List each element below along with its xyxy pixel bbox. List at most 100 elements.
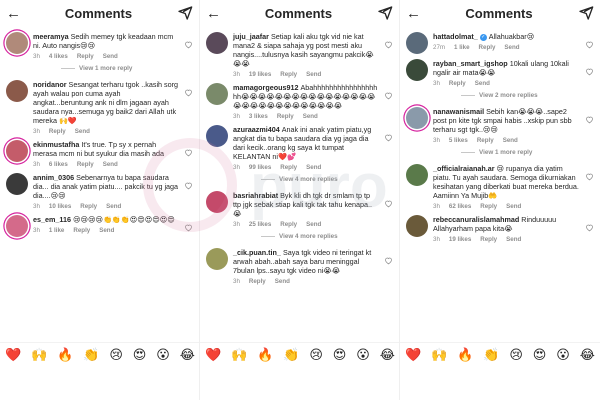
emoji-button[interactable]: ❤️ [5, 347, 21, 363]
emoji-button[interactable]: 😂 [580, 347, 595, 363]
avatar[interactable] [206, 248, 228, 270]
avatar[interactable] [6, 32, 28, 54]
send-button[interactable]: Send [306, 164, 321, 171]
view-more-replies-link[interactable]: View 2 more replies [461, 92, 594, 99]
avatar[interactable] [406, 107, 428, 129]
comment-username[interactable]: basriahrabiat [233, 191, 278, 200]
emoji-button[interactable]: 🙌 [231, 347, 247, 363]
avatar[interactable] [206, 125, 228, 147]
comment-username[interactable]: mamagorgeous912 [233, 83, 299, 92]
comment-username[interactable]: rebeccanuralislamahmad [433, 215, 519, 224]
emoji-button[interactable]: 🙌 [431, 347, 447, 363]
reply-button[interactable]: Reply [280, 164, 297, 171]
emoji-button[interactable]: 😂 [180, 347, 195, 363]
reply-button[interactable]: Reply [277, 113, 294, 120]
comment-username[interactable]: _cik.puan.tin_ [233, 248, 281, 257]
like-heart-icon[interactable] [384, 199, 393, 208]
like-heart-icon[interactable] [384, 91, 393, 100]
comment-username[interactable]: azuraazmi404 [233, 125, 280, 134]
reply-button[interactable]: Reply [80, 203, 97, 210]
comment-likes[interactable]: 62 likes [449, 203, 471, 210]
view-more-replies-link[interactable]: View 1 more reply [461, 149, 594, 156]
send-icon[interactable] [578, 5, 594, 21]
view-more-replies-link[interactable]: View 1 more reply [61, 65, 193, 72]
like-heart-icon[interactable] [384, 40, 393, 49]
emoji-button[interactable]: ❤️ [205, 347, 221, 363]
send-button[interactable]: Send [99, 227, 114, 234]
reply-button[interactable]: Reply [49, 128, 66, 135]
view-more-replies-link[interactable]: View 4 more replies [261, 176, 393, 183]
avatar[interactable] [206, 191, 228, 213]
reply-button[interactable]: Reply [480, 203, 497, 210]
comment-likes[interactable]: 6 likes [49, 161, 68, 168]
send-button[interactable]: Send [306, 221, 321, 228]
send-button[interactable]: Send [506, 236, 521, 243]
emoji-button[interactable]: 👏 [483, 347, 499, 363]
emoji-button[interactable]: 🔥 [457, 347, 473, 363]
send-button[interactable]: Send [275, 278, 290, 285]
comment-username[interactable]: hattadolmat_ [433, 32, 478, 41]
reply-button[interactable]: Reply [77, 161, 94, 168]
reply-button[interactable]: Reply [280, 221, 297, 228]
avatar[interactable] [6, 215, 28, 237]
view-more-replies-link[interactable]: View 4 more replies [261, 233, 393, 240]
reply-button[interactable]: Reply [280, 71, 297, 78]
like-heart-icon[interactable] [184, 223, 193, 232]
like-heart-icon[interactable] [585, 115, 594, 124]
avatar[interactable] [6, 140, 28, 162]
send-button[interactable]: Send [506, 203, 521, 210]
comment-username[interactable]: es_em_116 [33, 215, 71, 224]
like-heart-icon[interactable] [184, 40, 193, 49]
comment-username[interactable]: nanawanismail [433, 107, 484, 116]
send-button[interactable]: Send [303, 113, 318, 120]
reply-button[interactable]: Reply [480, 236, 497, 243]
like-heart-icon[interactable] [184, 181, 193, 190]
back-arrow-icon[interactable]: ← [406, 6, 421, 21]
like-heart-icon[interactable] [184, 148, 193, 157]
like-heart-icon[interactable] [585, 40, 594, 49]
comment-likes[interactable]: 3 likes [249, 113, 268, 120]
like-heart-icon[interactable] [384, 256, 393, 265]
send-button[interactable]: Send [475, 80, 490, 87]
send-icon[interactable] [177, 5, 193, 21]
send-button[interactable]: Send [75, 128, 90, 135]
comment-likes[interactable]: 19 likes [449, 236, 471, 243]
reply-button[interactable]: Reply [249, 278, 266, 285]
avatar[interactable] [206, 32, 228, 54]
comment-likes[interactable]: 25 likes [249, 221, 271, 228]
like-heart-icon[interactable] [585, 172, 594, 181]
send-button[interactable]: Send [306, 71, 321, 78]
avatar[interactable] [406, 32, 428, 54]
emoji-button[interactable]: 🙌 [31, 347, 47, 363]
like-heart-icon[interactable] [585, 67, 594, 76]
send-button[interactable]: Send [106, 203, 121, 210]
send-button[interactable]: Send [504, 44, 519, 51]
emoji-button[interactable]: 😮 [556, 347, 570, 363]
reply-button[interactable]: Reply [77, 53, 94, 60]
comment-username[interactable]: annim_0306 [33, 173, 74, 182]
emoji-button[interactable]: 😢 [309, 347, 323, 363]
avatar[interactable] [206, 83, 228, 105]
reply-button[interactable]: Reply [73, 227, 90, 234]
comment-likes[interactable]: 5 likes [449, 137, 468, 144]
emoji-button[interactable]: 😢 [109, 347, 123, 363]
reply-button[interactable]: Reply [449, 80, 466, 87]
emoji-button[interactable]: 😂 [380, 347, 395, 363]
send-icon[interactable] [377, 5, 393, 21]
comment-likes[interactable]: 1 like [454, 44, 469, 51]
emoji-button[interactable]: 😍 [533, 347, 547, 363]
avatar[interactable] [6, 80, 28, 102]
avatar[interactable] [406, 59, 428, 81]
emoji-button[interactable]: 😍 [333, 347, 347, 363]
avatar[interactable] [6, 173, 28, 195]
comment-username[interactable]: rayban_smart_igshop [433, 59, 508, 68]
like-heart-icon[interactable] [585, 223, 594, 232]
emoji-button[interactable]: 🔥 [57, 347, 73, 363]
reply-button[interactable]: Reply [479, 44, 496, 51]
comment-likes[interactable]: 4 likes [49, 53, 68, 60]
back-arrow-icon[interactable]: ← [6, 6, 21, 21]
avatar[interactable] [406, 215, 428, 237]
emoji-button[interactable]: ❤️ [405, 347, 421, 363]
reply-button[interactable]: Reply [477, 137, 494, 144]
back-arrow-icon[interactable]: ← [206, 6, 221, 21]
